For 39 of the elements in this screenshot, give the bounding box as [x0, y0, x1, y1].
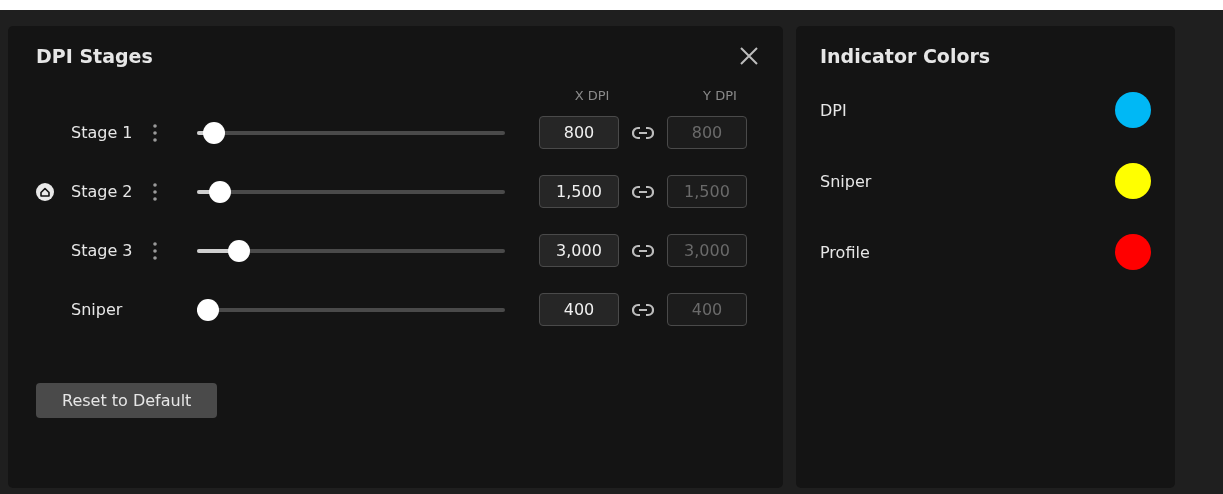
stage-label: Stage 3 — [71, 241, 134, 260]
column-header: Y DPI — [702, 88, 738, 104]
panel-title: Indicator Colors — [820, 45, 991, 67]
slider-thumb[interactable] — [197, 298, 220, 321]
column-header: X DPI — [573, 88, 611, 104]
stage-label: Sniper — [71, 300, 124, 319]
x-dpi-field[interactable]: 1,500 — [539, 175, 619, 208]
color-swatch[interactable] — [1115, 234, 1151, 270]
more-options-icon[interactable] — [153, 182, 157, 201]
y-dpi-field: 800 — [667, 116, 747, 149]
dpi-slider[interactable] — [197, 298, 505, 321]
link-icon[interactable] — [632, 125, 654, 140]
link-icon[interactable] — [632, 302, 654, 317]
slider-thumb[interactable] — [227, 239, 250, 262]
x-dpi-field[interactable]: 400 — [539, 293, 619, 326]
stage-label: Stage 1 — [71, 123, 134, 142]
slider-thumb[interactable] — [203, 121, 226, 144]
more-options-icon[interactable] — [153, 241, 157, 260]
x-dpi-field[interactable]: 800 — [539, 116, 619, 149]
close-icon[interactable] — [739, 46, 759, 66]
link-icon[interactable] — [632, 243, 654, 258]
color-swatch[interactable] — [1115, 92, 1151, 128]
stage-label: Stage 2 — [71, 182, 134, 201]
more-options-icon[interactable] — [153, 123, 157, 142]
link-icon[interactable] — [632, 184, 654, 199]
y-dpi-field: 3,000 — [667, 234, 747, 267]
color-swatch[interactable] — [1115, 163, 1151, 199]
indicator-label: Sniper — [820, 171, 872, 191]
dpi-slider[interactable] — [197, 180, 505, 203]
slider-thumb[interactable] — [209, 180, 232, 203]
indicator-label: DPI — [820, 100, 847, 120]
dpi-slider[interactable] — [197, 239, 505, 262]
dpi-slider[interactable] — [197, 121, 505, 144]
reset-button[interactable]: Reset to Default — [36, 383, 218, 418]
y-dpi-field: 1,500 — [667, 175, 747, 208]
y-dpi-field: 400 — [667, 293, 747, 326]
x-dpi-field[interactable]: 3,000 — [539, 234, 619, 267]
indicator-label: Profile — [820, 242, 870, 262]
panel-title: DPI Stages — [36, 45, 153, 67]
